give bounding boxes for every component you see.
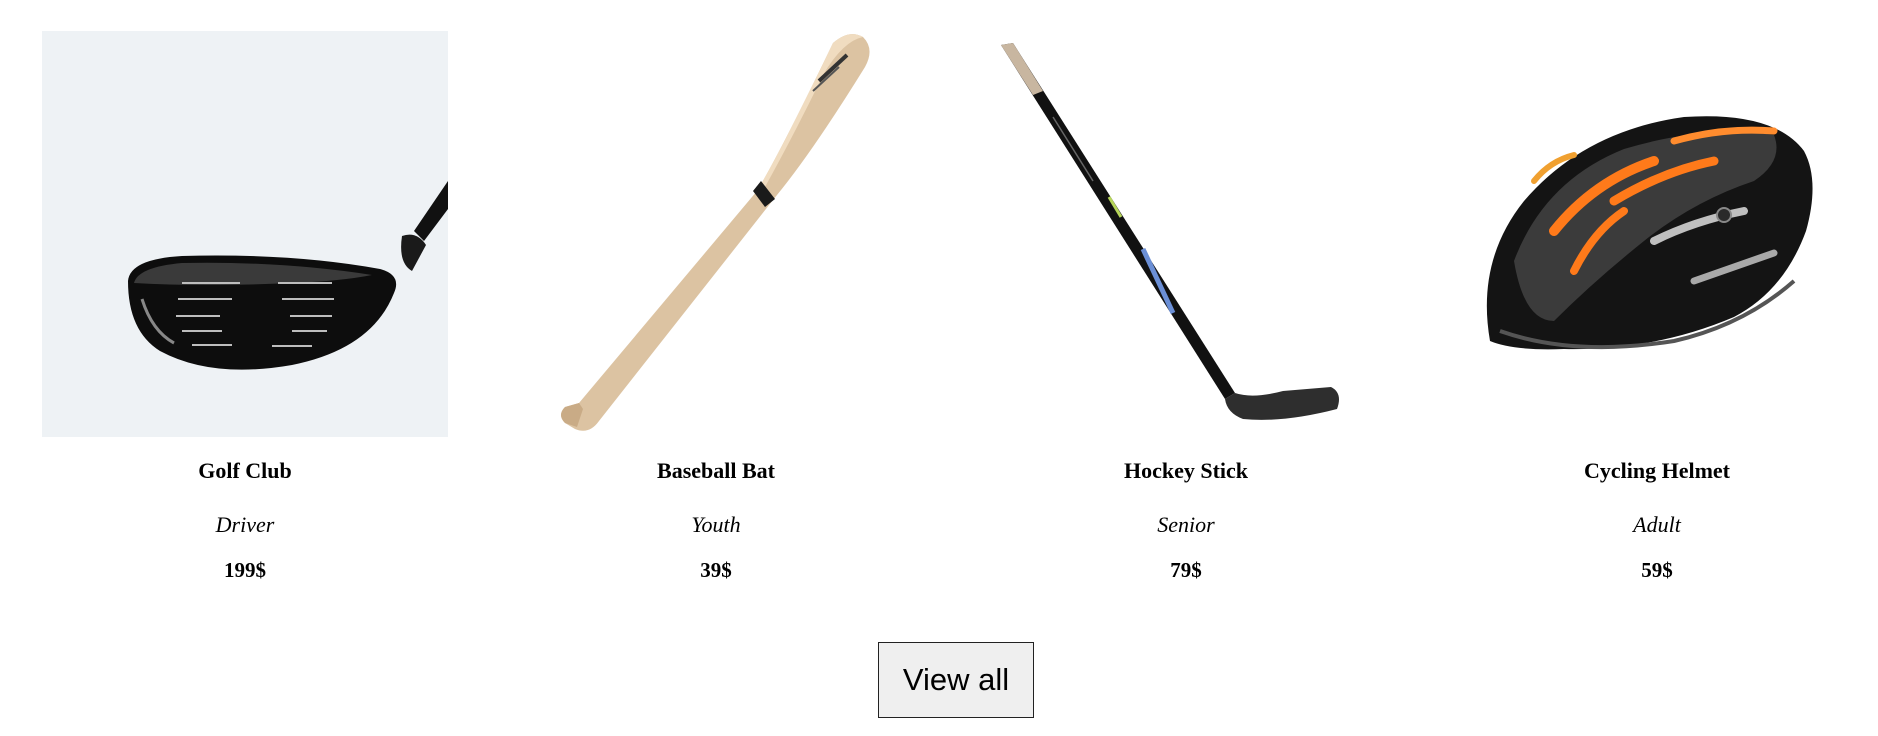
product-price: 59$: [1641, 558, 1673, 582]
product-variant: Adult: [1633, 512, 1681, 537]
product-name[interactable]: Cycling Helmet: [1454, 457, 1860, 485]
product-variant: Driver: [215, 512, 275, 537]
view-all-button[interactable]: View all: [878, 642, 1034, 718]
product-price: 39$: [700, 558, 732, 582]
baseball-bat-icon: [561, 34, 870, 431]
product-grid: Golf Club Driver 199$ Baseball Bat Youth…: [0, 0, 1878, 600]
product-card-baseball-bat[interactable]: Baseball Bat Youth 39$: [513, 31, 919, 583]
product-card-golf-club[interactable]: Golf Club Driver 199$: [42, 31, 448, 583]
product-card-hockey-stick[interactable]: Hockey Stick Senior 79$: [983, 31, 1389, 583]
product-price: 79$: [1170, 558, 1202, 582]
golf-club-image[interactable]: [42, 31, 448, 437]
baseball-bat-image[interactable]: [513, 31, 919, 437]
hockey-stick-icon: [1001, 43, 1339, 420]
product-variant: Youth: [691, 512, 741, 537]
product-name[interactable]: Hockey Stick: [983, 457, 1389, 485]
hockey-stick-image[interactable]: [983, 31, 1389, 437]
product-variant: Senior: [1157, 512, 1215, 537]
product-name[interactable]: Baseball Bat: [513, 457, 919, 485]
product-name[interactable]: Golf Club: [42, 457, 448, 485]
golf-club-icon: [42, 31, 448, 437]
product-price: 199$: [224, 558, 266, 582]
product-card-cycling-helmet[interactable]: Cycling Helmet Adult 59$: [1454, 31, 1860, 583]
cycling-helmet-image[interactable]: [1454, 31, 1860, 437]
cycling-helmet-icon: [1486, 116, 1813, 350]
